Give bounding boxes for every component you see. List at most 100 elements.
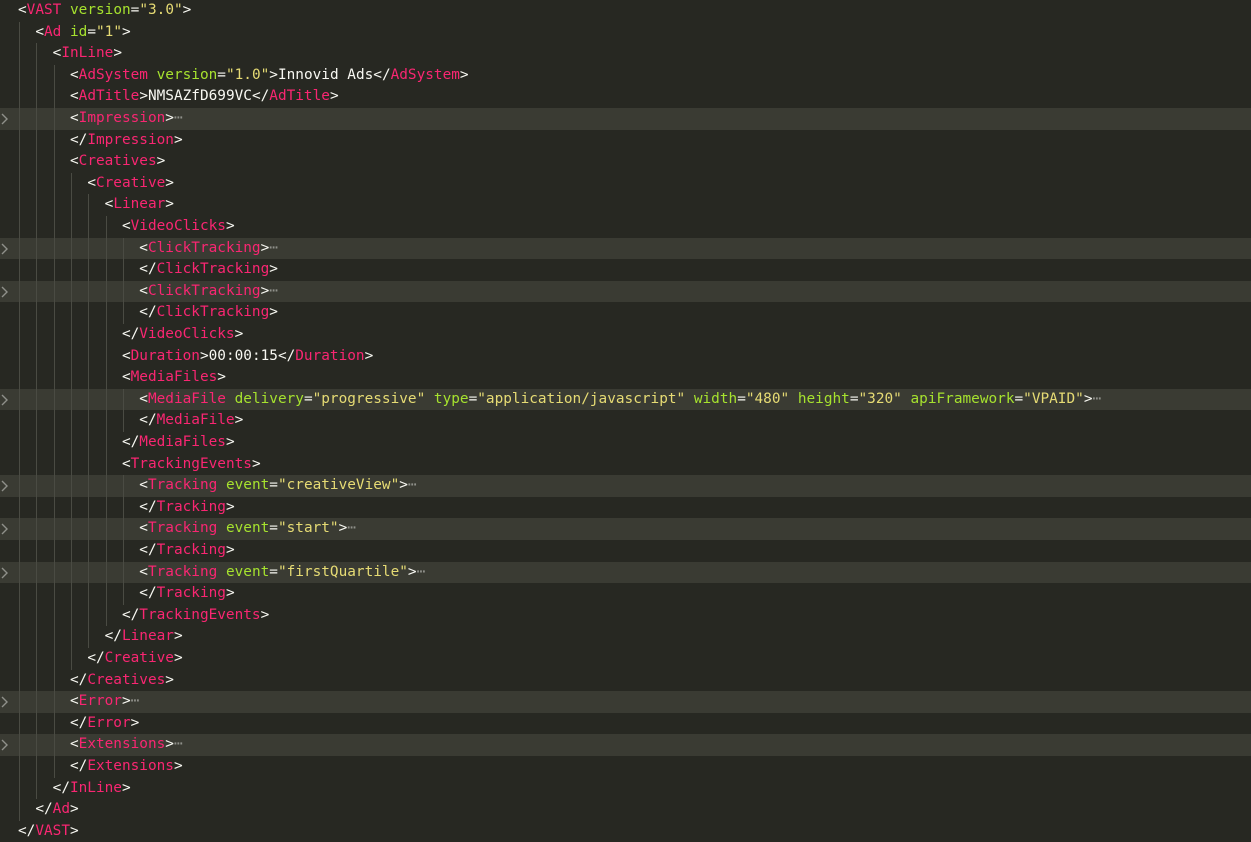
code-line[interactable]: <TrackingEvents> — [0, 453, 1251, 476]
chevron-right-icon[interactable] — [0, 285, 12, 299]
line-code[interactable]: <InLine> — [53, 43, 122, 65]
line-code[interactable]: </Ad> — [35, 799, 78, 821]
chevron-right-icon[interactable] — [0, 112, 12, 126]
line-code[interactable]: </VideoClicks> — [122, 324, 243, 346]
chevron-right-icon[interactable] — [0, 242, 12, 256]
code-line[interactable]: </Extensions> — [0, 756, 1251, 778]
chevron-right-icon[interactable] — [0, 695, 12, 709]
code-line[interactable]: <Creative> — [0, 172, 1251, 195]
code-line-folded[interactable]: <Tracking event="start">⋯ — [0, 518, 1251, 540]
code-line[interactable]: </TrackingEvents> — [0, 604, 1251, 627]
line-code[interactable]: <MediaFiles> — [122, 367, 226, 389]
fold-ellipsis[interactable]: ⋯ — [174, 736, 183, 752]
line-code[interactable]: <ClickTracking>⋯ — [139, 281, 278, 303]
code-line-folded[interactable]: <Extensions>⋯ — [0, 734, 1251, 756]
line-code[interactable]: <Creative> — [87, 173, 174, 195]
line-code[interactable]: <Creatives> — [70, 151, 165, 173]
code-line[interactable]: </ClickTracking> — [0, 302, 1251, 324]
code-line[interactable]: </Ad> — [0, 799, 1251, 821]
chevron-right-icon[interactable] — [0, 522, 12, 536]
chevron-right-icon[interactable] — [0, 393, 12, 407]
code-line[interactable]: <MediaFiles> — [0, 367, 1251, 389]
code-line[interactable]: <InLine> — [0, 43, 1251, 65]
code-line[interactable]: </InLine> — [0, 777, 1251, 800]
line-code[interactable]: <VAST version="3.0"> — [18, 0, 191, 22]
code-line[interactable]: </Creatives> — [0, 669, 1251, 692]
code-line[interactable]: </VideoClicks> — [0, 324, 1251, 346]
fold-ellipsis[interactable]: ⋯ — [269, 283, 278, 299]
code-line-folded[interactable]: <Impression>⋯ — [0, 108, 1251, 130]
line-code[interactable]: </Impression> — [70, 130, 183, 152]
line-code[interactable]: </Tracking> — [139, 497, 234, 519]
line-code[interactable]: </TrackingEvents> — [122, 605, 269, 627]
line-code[interactable]: <AdTitle>NMSAZfD699VC</AdTitle> — [70, 86, 339, 108]
code-line[interactable]: </ClickTracking> — [0, 259, 1251, 281]
line-code[interactable]: <AdSystem version="1.0">Innovid Ads</AdS… — [70, 65, 469, 87]
code-line-folded[interactable]: <Error>⋯ — [0, 691, 1251, 713]
line-code[interactable]: <Tracking event="start">⋯ — [139, 518, 356, 540]
line-code[interactable]: </MediaFile> — [139, 410, 243, 432]
line-code[interactable]: <Duration>00:00:15</Duration> — [122, 346, 373, 368]
code-line[interactable]: <VideoClicks> — [0, 216, 1251, 238]
line-code[interactable]: </MediaFiles> — [122, 432, 235, 454]
line-code[interactable]: <MediaFile delivery="progressive" type="… — [139, 389, 1101, 411]
line-code[interactable]: <Ad id="1"> — [35, 22, 130, 44]
code-line[interactable]: <VAST version="3.0"> — [0, 0, 1251, 22]
code-line[interactable]: </MediaFiles> — [0, 432, 1251, 454]
code-line[interactable]: </Tracking> — [0, 583, 1251, 605]
attribute-value: "1" — [96, 23, 122, 40]
code-line-folded[interactable]: <Tracking event="firstQuartile">⋯ — [0, 561, 1251, 584]
line-code[interactable]: </InLine> — [53, 778, 131, 800]
line-code[interactable]: <Error>⋯ — [70, 691, 139, 713]
line-code[interactable]: </Creative> — [87, 648, 182, 670]
code-line-folded[interactable]: <Tracking event="creativeView">⋯ — [0, 475, 1251, 497]
line-code[interactable]: </ClickTracking> — [139, 302, 278, 324]
line-code[interactable]: <ClickTracking>⋯ — [139, 238, 278, 260]
line-code[interactable]: <Extensions>⋯ — [70, 734, 183, 756]
fold-ellipsis[interactable]: ⋯ — [417, 564, 426, 580]
line-code[interactable]: </Extensions> — [70, 756, 183, 778]
code-line[interactable]: <AdSystem version="1.0">Innovid Ads</AdS… — [0, 64, 1251, 87]
line-code[interactable]: <TrackingEvents> — [122, 454, 261, 476]
code-line[interactable]: </Tracking> — [0, 540, 1251, 562]
fold-ellipsis[interactable]: ⋯ — [131, 693, 140, 709]
line-code[interactable]: <Linear> — [105, 194, 174, 216]
code-line[interactable]: </Error> — [0, 712, 1251, 735]
code-line-folded[interactable]: <ClickTracking>⋯ — [0, 280, 1251, 303]
fold-ellipsis[interactable]: ⋯ — [269, 240, 278, 256]
fold-ellipsis[interactable]: ⋯ — [347, 520, 356, 536]
code-editor[interactable]: <VAST version="3.0"> <Ad id="1"> <InLine> <… — [0, 0, 1251, 840]
line-code[interactable]: </Linear> — [105, 626, 183, 648]
line-code[interactable]: </Tracking> — [139, 540, 234, 562]
fold-ellipsis[interactable]: ⋯ — [1092, 391, 1101, 407]
code-line[interactable]: </Tracking> — [0, 496, 1251, 519]
indent-guide — [122, 540, 124, 562]
punctuation: > — [407, 563, 417, 580]
chevron-right-icon[interactable] — [0, 738, 12, 752]
line-code[interactable]: <Tracking event="creativeView">⋯ — [139, 475, 416, 497]
code-line[interactable]: <Linear> — [0, 194, 1251, 216]
code-line[interactable]: <AdTitle>NMSAZfD699VC</AdTitle> — [0, 86, 1251, 108]
code-line-folded[interactable]: <ClickTracking>⋯ — [0, 237, 1251, 260]
code-line[interactable]: </MediaFile> — [0, 410, 1251, 432]
line-code[interactable]: </Error> — [70, 713, 139, 735]
code-line[interactable]: </Impression> — [0, 129, 1251, 152]
code-line[interactable]: </VAST> — [0, 821, 1251, 842]
fold-ellipsis[interactable]: ⋯ — [174, 110, 183, 126]
chevron-right-icon[interactable] — [0, 479, 12, 493]
line-code[interactable]: </VAST> — [18, 821, 79, 842]
chevron-right-icon[interactable] — [0, 566, 12, 580]
code-line[interactable]: <Duration>00:00:15</Duration> — [0, 345, 1251, 368]
line-code[interactable]: <VideoClicks> — [122, 216, 235, 238]
line-code[interactable]: </Creatives> — [70, 670, 174, 692]
line-code[interactable]: <Tracking event="firstQuartile">⋯ — [139, 562, 425, 584]
fold-ellipsis[interactable]: ⋯ — [408, 477, 417, 493]
line-code[interactable]: </Tracking> — [139, 583, 234, 605]
line-code[interactable]: </ClickTracking> — [139, 259, 278, 281]
line-code[interactable]: <Impression>⋯ — [70, 108, 183, 130]
code-line-folded[interactable]: <MediaFile delivery="progressive" type="… — [0, 388, 1251, 411]
code-line[interactable]: </Linear> — [0, 626, 1251, 648]
code-line[interactable]: <Creatives> — [0, 151, 1251, 173]
code-line[interactable]: </Creative> — [0, 648, 1251, 670]
code-line[interactable]: <Ad id="1"> — [0, 21, 1251, 44]
